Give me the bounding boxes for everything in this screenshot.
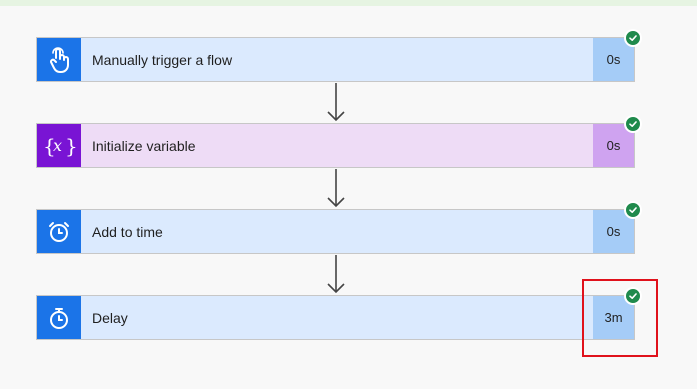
step-title: Initialize variable	[92, 137, 196, 154]
step-title: Manually trigger a flow	[92, 51, 233, 68]
variable-icon: { x }	[37, 124, 81, 167]
success-check-icon	[624, 201, 642, 219]
step-title: Delay	[92, 309, 128, 326]
connector-arrow-icon	[327, 83, 345, 122]
svg-text:x: x	[53, 136, 62, 155]
step-card-add-to-time[interactable]: Add to time 0s	[36, 201, 642, 254]
duration-highlight-box	[582, 279, 658, 357]
stopwatch-icon	[37, 296, 81, 339]
top-status-strip	[0, 0, 697, 6]
svg-text:}: }	[65, 134, 76, 158]
alarm-clock-icon	[37, 210, 81, 253]
flow-run-canvas: Manually trigger a flow 0s { x } Initial…	[0, 0, 697, 389]
success-check-icon	[624, 29, 642, 47]
step-card-manual-trigger[interactable]: Manually trigger a flow 0s	[36, 29, 642, 82]
hand-touch-icon	[37, 38, 81, 81]
step-card-initialize-variable[interactable]: { x } Initialize variable 0s	[36, 115, 642, 168]
step-title: Add to time	[92, 223, 163, 240]
connector-arrow-icon	[327, 169, 345, 208]
success-check-icon	[624, 115, 642, 133]
connector-arrow-icon	[327, 255, 345, 294]
step-card-delay[interactable]: Delay 3m	[36, 287, 642, 340]
